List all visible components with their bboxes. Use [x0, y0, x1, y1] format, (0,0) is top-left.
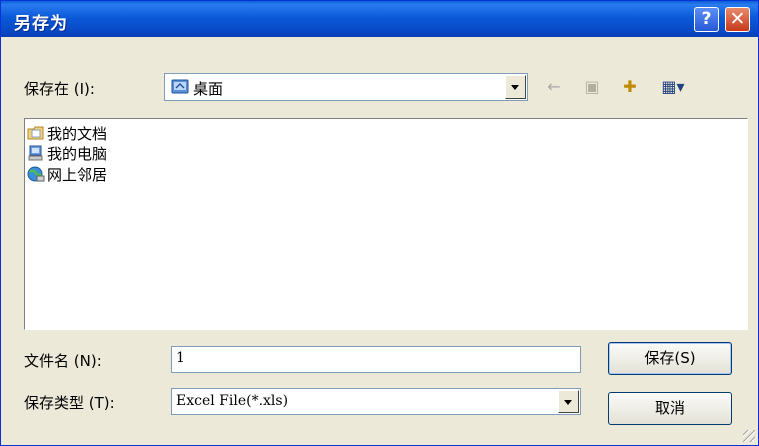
filetype-label: 保存类型 (T):: [24, 394, 115, 412]
filetype-dropdown[interactable]: Excel File(*.xls): [171, 388, 581, 415]
list-item[interactable]: 网上邻居: [27, 164, 107, 184]
filetype-value: Excel File(*.xls): [176, 393, 289, 409]
list-item[interactable]: 我的文档: [27, 123, 107, 143]
dialog-title: 另存为: [14, 14, 68, 34]
list-item-label: 我的电脑: [47, 144, 108, 163]
file-list[interactable]: 我的文档 我的电脑 网上邻居: [24, 118, 748, 330]
view-menu-icon[interactable]: ▦▾: [655, 76, 691, 98]
list-item-label: 网上邻居: [47, 165, 108, 184]
save-in-dropdown[interactable]: 桌面: [164, 73, 528, 101]
title-bar[interactable]: 另存为 ? ✕: [1, 1, 758, 37]
save-in-value: 桌面: [193, 80, 224, 98]
list-item[interactable]: 我的电脑: [27, 143, 107, 163]
resize-grip[interactable]: [743, 430, 755, 442]
my-computer-icon: [27, 144, 45, 162]
list-item-label: 我的文档: [47, 124, 108, 143]
desktop-icon: [171, 78, 189, 96]
new-folder-icon[interactable]: ✚: [618, 76, 642, 98]
my-documents-icon: [27, 124, 45, 142]
network-places-icon: [27, 165, 45, 183]
save-in-dropdown-arrow[interactable]: [505, 75, 526, 99]
save-as-dialog: 另存为 ? ✕ 保存在 (I): 桌面 ← ▣ ✚ ▦▾ 我的文档 我的电脑 网…: [0, 0, 759, 446]
back-icon[interactable]: ←: [542, 76, 566, 98]
cancel-button[interactable]: 取消: [608, 392, 732, 425]
close-button[interactable]: ✕: [725, 7, 750, 32]
filename-label: 文件名 (N):: [24, 352, 102, 370]
save-button[interactable]: 保存(S): [608, 342, 732, 375]
filename-input[interactable]: 1: [171, 346, 581, 373]
filetype-dropdown-arrow[interactable]: [558, 390, 579, 413]
save-in-label: 保存在 (I):: [24, 80, 95, 98]
help-button[interactable]: ?: [694, 7, 719, 32]
up-folder-icon[interactable]: ▣: [580, 76, 604, 98]
